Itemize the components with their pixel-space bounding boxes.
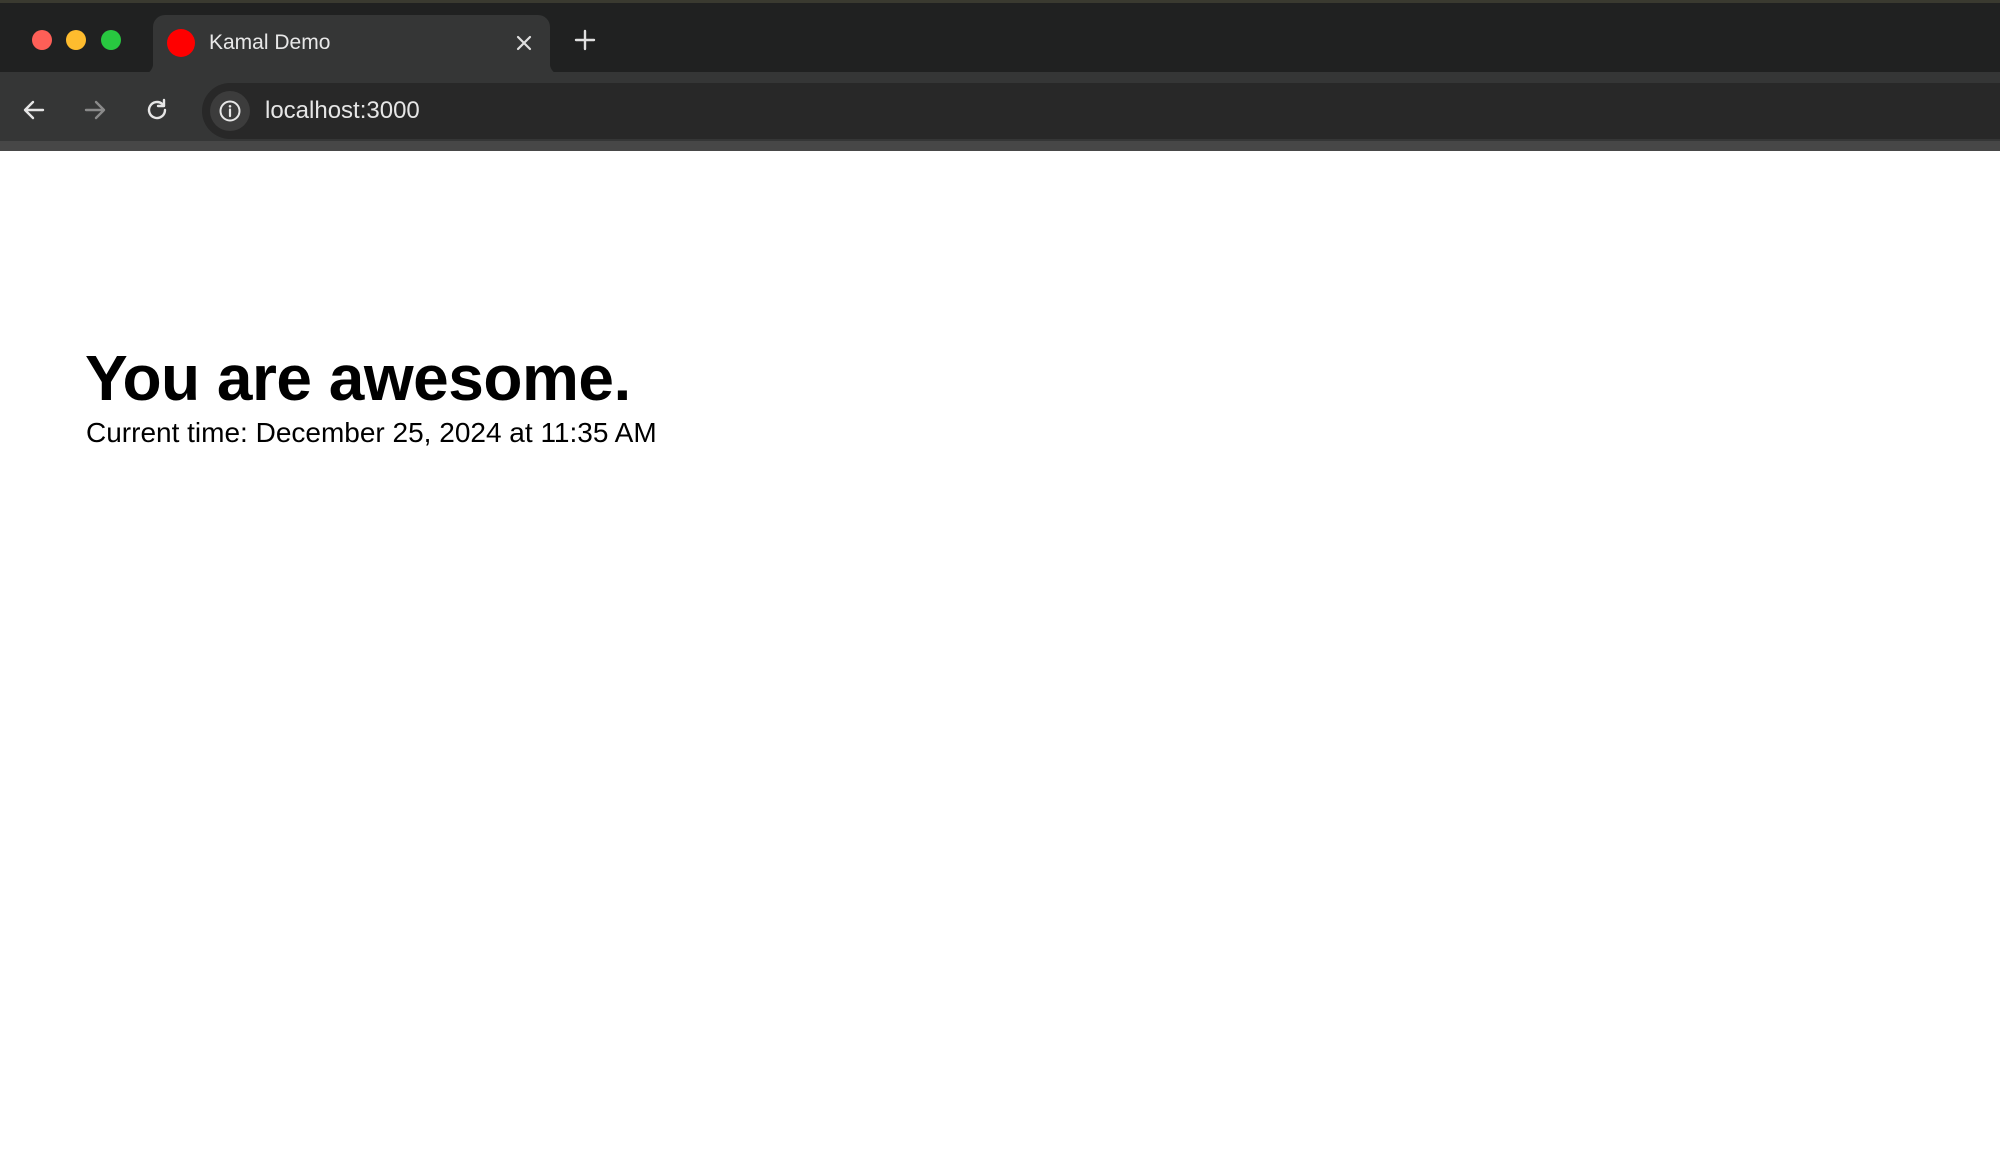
window-close-button[interactable] <box>32 30 52 50</box>
info-icon[interactable] <box>210 91 250 131</box>
plus-icon[interactable] <box>572 27 598 53</box>
page-content: You are awesome. Current time: December … <box>0 151 2000 1159</box>
current-time-text: Current time: December 25, 2024 at 11:35… <box>86 417 657 448</box>
browser-toolbar <box>0 72 2000 151</box>
tab-strip: Kamal Demo <box>0 0 2000 75</box>
window-maximize-button[interactable] <box>101 30 121 50</box>
arrow-left-icon[interactable] <box>20 96 48 124</box>
arrow-right-icon[interactable] <box>81 96 109 124</box>
tab-title: Kamal Demo <box>209 31 331 54</box>
url-input[interactable] <box>265 95 1965 127</box>
favicon-icon <box>167 29 195 57</box>
address-bar[interactable] <box>202 83 2000 139</box>
browser-window: Kamal Demo localhost:3000 You are awesom… <box>0 0 2000 1159</box>
toolbar-divider <box>0 141 2000 151</box>
page-heading: You are awesome. <box>85 342 631 414</box>
reload-icon[interactable] <box>143 96 171 124</box>
close-icon[interactable] <box>512 31 536 55</box>
tab-kamal-demo[interactable]: Kamal Demo <box>141 15 562 75</box>
window-minimize-button[interactable] <box>66 30 86 50</box>
